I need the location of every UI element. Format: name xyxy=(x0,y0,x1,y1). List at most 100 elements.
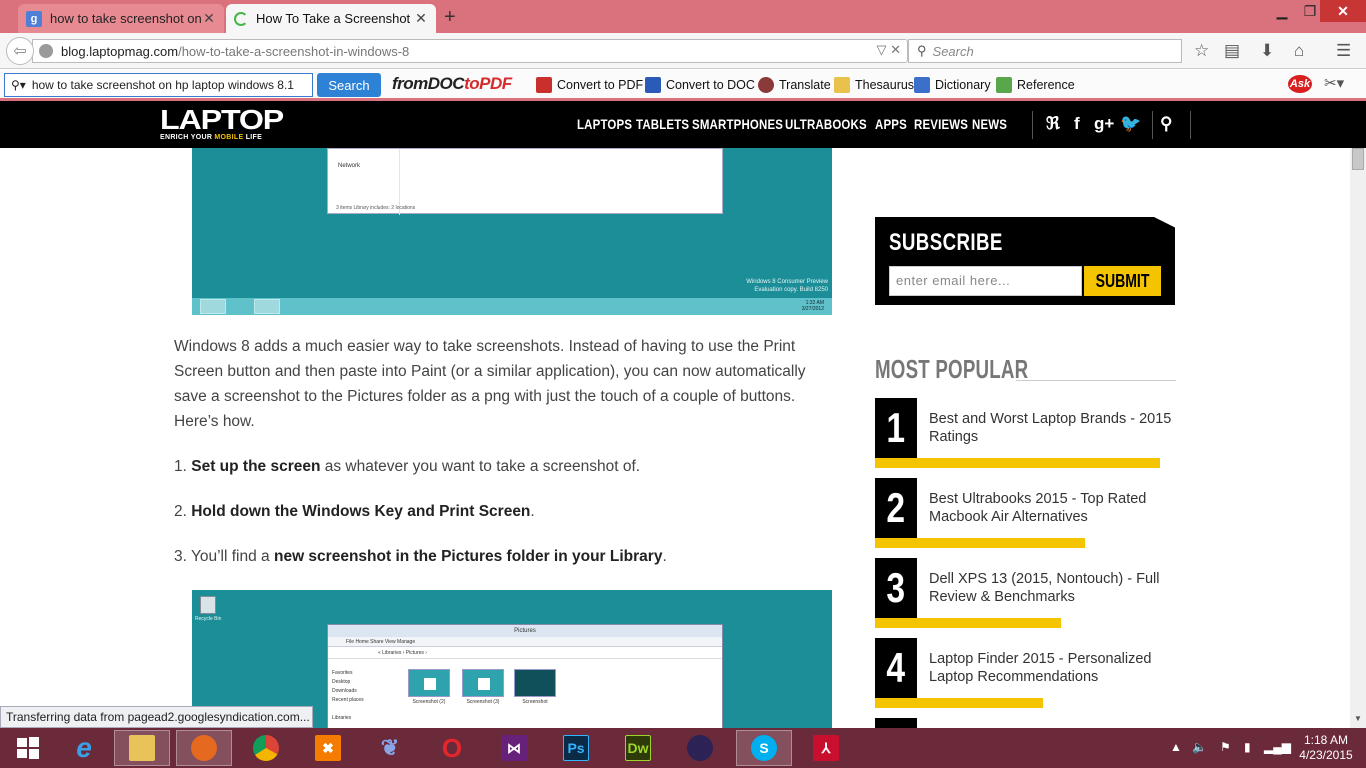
file-explorer-icon[interactable] xyxy=(114,730,170,766)
site-search-icon[interactable]: ⚲ xyxy=(1160,114,1172,134)
popular-item-title[interactable]: Best Ultrabooks 2015 - Top Rated Macbook… xyxy=(929,490,1175,526)
popular-item-title[interactable]: Best and Worst Laptop Brands - 2015 Rati… xyxy=(929,410,1175,446)
scroll-thumb[interactable] xyxy=(1352,148,1364,170)
addon-toolbar: ⚲▾ how to take screenshot on hp laptop w… xyxy=(0,70,1366,101)
popular-item[interactable]: 2 Best Ultrabooks 2015 - Top Rated Macbo… xyxy=(875,478,1175,550)
action-center-icon[interactable]: ⚑ xyxy=(1220,740,1231,754)
tab-laptopmag[interactable]: How To Take a Screenshot ... ✕ xyxy=(226,4,436,33)
toolbar-search-input[interactable]: ⚲▾ how to take screenshot on hp laptop w… xyxy=(4,73,313,97)
reference-link[interactable]: Reference xyxy=(996,77,1075,93)
dictionary-link[interactable]: Dictionary xyxy=(914,77,991,93)
opera-icon[interactable]: O xyxy=(424,730,480,766)
nav-divider xyxy=(1032,111,1033,139)
bookmarks-list-icon[interactable]: ▤ xyxy=(1224,41,1240,61)
thumbnail xyxy=(462,669,504,697)
dreamweaver-icon[interactable]: Dw xyxy=(610,730,666,766)
search-input[interactable]: ⚲ Search xyxy=(908,39,1182,63)
search-placeholder: Search xyxy=(932,43,974,59)
nav-news[interactable]: NEWS xyxy=(972,116,1007,132)
tools-icon[interactable]: ✂▾ xyxy=(1324,74,1344,92)
back-button[interactable]: ⇦ xyxy=(6,37,34,65)
nav-ultrabooks[interactable]: ULTRABOOKS xyxy=(785,116,867,132)
email-field[interactable]: enter email here... xyxy=(889,266,1082,296)
search-icon: ⚲ xyxy=(917,43,927,58)
new-tab-icon[interactable]: + xyxy=(444,6,456,29)
article-step-3: 3. You’ll find a new screenshot in the P… xyxy=(174,548,667,565)
minimize-window-icon[interactable]: ▁ xyxy=(1268,0,1296,22)
close-window-icon[interactable]: ✕ xyxy=(1320,0,1366,22)
nav-tablets[interactable]: TABLETS xyxy=(636,116,689,132)
taskbar-clock[interactable]: 1:18 AM 4/23/2015 xyxy=(1294,733,1358,763)
home-icon[interactable]: ⌂ xyxy=(1294,41,1304,61)
rss-icon[interactable]: ℜ xyxy=(1046,114,1060,134)
vertical-scrollbar[interactable]: ▲ ▼ xyxy=(1350,148,1366,728)
skype-icon[interactable]: S xyxy=(736,730,792,766)
windows-logo-icon xyxy=(17,737,39,759)
article-body: Windows 8 adds a much easier way to take… xyxy=(174,334,834,589)
twitter-icon[interactable]: 🐦 xyxy=(1120,114,1141,134)
thumbnail-label: Screenshot (2) xyxy=(412,699,446,705)
recycle-bin-icon xyxy=(200,596,216,614)
volume-icon[interactable]: 🔈 xyxy=(1192,740,1207,754)
close-tab-icon[interactable]: ✕ xyxy=(202,10,216,27)
xampp-icon[interactable]: ✖ xyxy=(300,730,356,766)
convert-to-pdf-link[interactable]: Convert to PDF xyxy=(536,77,643,93)
popularity-bar xyxy=(875,698,1043,708)
toolbar-query: how to take screenshot on hp laptop wind… xyxy=(31,78,294,92)
chrome-icon[interactable] xyxy=(238,730,294,766)
nav-apps[interactable]: APPS xyxy=(875,116,907,132)
thesaurus-link[interactable]: Thesaurus xyxy=(834,77,914,93)
battery-icon[interactable]: ▮ xyxy=(1244,740,1251,754)
popular-item[interactable] xyxy=(875,718,1175,728)
popular-item[interactable]: 4 Laptop Finder 2015 - Personalized Lapt… xyxy=(875,638,1175,710)
network-signal-icon[interactable]: ▂▄▆ xyxy=(1264,740,1291,754)
divider xyxy=(1016,380,1176,381)
screenshot-taskbar xyxy=(192,298,832,315)
visual-studio-icon[interactable]: ⋈ xyxy=(486,730,542,766)
popular-item-title[interactable]: Dell XPS 13 (2015, Nontouch) - Full Revi… xyxy=(929,570,1175,606)
thesaurus-icon xyxy=(834,77,850,93)
scroll-down-icon[interactable]: ▼ xyxy=(1354,714,1362,723)
facebook-icon[interactable]: f xyxy=(1074,114,1080,134)
google-plus-icon[interactable]: g+ xyxy=(1094,114,1114,134)
eclipse-icon[interactable] xyxy=(672,730,728,766)
popular-item-title[interactable]: Laptop Finder 2015 - Personalized Laptop… xyxy=(929,650,1175,686)
address-bar: « Libraries › Pictures › xyxy=(328,647,722,659)
popularity-bar xyxy=(875,458,1160,468)
nav-smartphones[interactable]: SMARTPHONES xyxy=(692,116,783,132)
photoshop-icon[interactable]: Ps xyxy=(548,730,604,766)
ask-logo[interactable]: Ask xyxy=(1288,75,1312,93)
windows-taskbar: e ✖ ❦ O ⋈ Ps Dw S ⅄ ▲ 🔈 ⚑ ▮ ▂▄▆ 1:18 AM … xyxy=(0,728,1366,768)
show-hidden-icons[interactable]: ▲ xyxy=(1170,740,1182,754)
search-icon: ⚲▾ xyxy=(11,78,26,92)
acrobat-icon[interactable]: ⅄ xyxy=(798,730,854,766)
windows-watermark: Windows 8 Consumer Preview Evaluation co… xyxy=(746,279,828,293)
screenshot-clock: 1:32 AM 3/27/2012 xyxy=(801,300,824,312)
translate-link[interactable]: Translate xyxy=(758,77,831,93)
internet-explorer-icon[interactable]: e xyxy=(56,730,112,766)
dropdown-reload-icons[interactable]: ▽ ✕ xyxy=(876,42,901,58)
ie-icon xyxy=(228,299,254,314)
status-bar: Transferring data from pagead2.googlesyn… xyxy=(0,706,313,728)
convert-to-doc-link[interactable]: Convert to DOC xyxy=(645,77,755,93)
tab-title: How To Take a Screenshot ... xyxy=(256,11,414,26)
popular-item[interactable]: 3 Dell XPS 13 (2015, Nontouch) - Full Re… xyxy=(875,558,1175,630)
menu-icon[interactable]: ☰ xyxy=(1336,41,1351,61)
fromdoctopdf-logo[interactable]: fromDOCtoPDF xyxy=(392,74,512,94)
bookmark-star-icon[interactable]: ☆ xyxy=(1194,41,1209,61)
thumbnail-label: Screenshot xyxy=(522,699,548,705)
start-button[interactable] xyxy=(0,730,56,766)
tab-google-search[interactable]: g how to take screenshot on ... ✕ xyxy=(18,4,224,33)
firefox-icon[interactable] xyxy=(176,730,232,766)
toolbar-search-button[interactable]: Search xyxy=(317,73,381,97)
downloads-icon[interactable]: ⬇ xyxy=(1260,41,1274,61)
url-bar[interactable]: blog.laptopmag.com/how-to-take-a-screens… xyxy=(32,39,908,63)
nav-reviews[interactable]: REVIEWS xyxy=(914,116,968,132)
close-tab-icon[interactable]: ✕ xyxy=(414,10,428,27)
recycle-bin-label: Recycle Bin xyxy=(195,616,222,622)
nav-laptops[interactable]: LAPTOPS xyxy=(577,116,632,132)
dolphin-icon[interactable]: ❦ xyxy=(362,730,418,766)
popular-item[interactable]: 1 Best and Worst Laptop Brands - 2015 Ra… xyxy=(875,398,1175,470)
laptop-logo[interactable]: LAPTOP ENRICH YOUR MOBILE LIFE xyxy=(160,106,284,142)
submit-button[interactable]: SUBMIT xyxy=(1084,266,1161,296)
